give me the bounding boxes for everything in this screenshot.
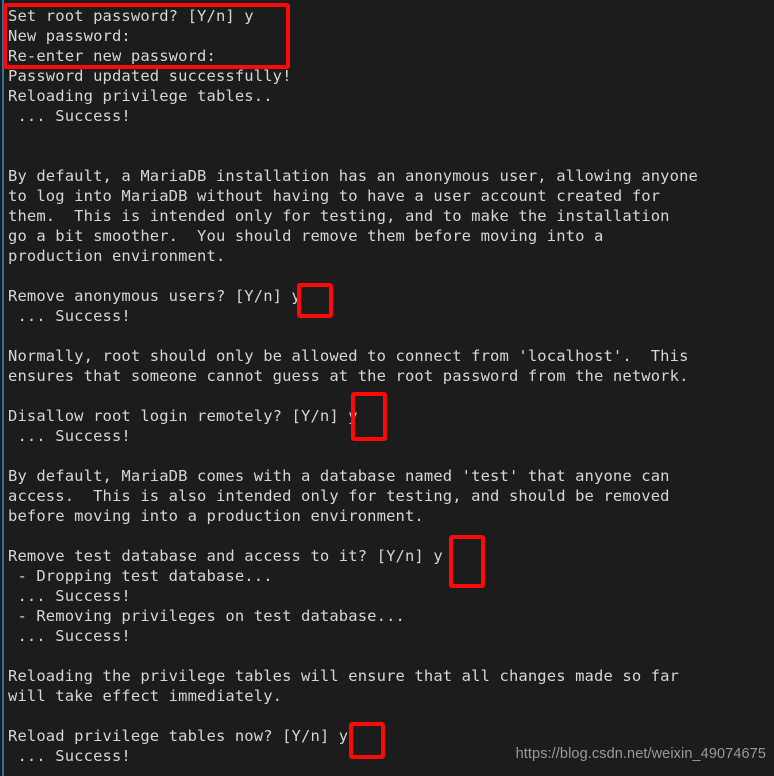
terminal-window[interactable]: Set root password? [Y/n] y New password: R… — [0, 0, 774, 776]
terminal-output: Set root password? [Y/n] y New password: R… — [8, 6, 774, 766]
terminal-line: before moving into a production environm… — [8, 507, 424, 525]
terminal-line: Disallow root login remotely? [Y/n] y — [8, 407, 358, 425]
terminal-line: Remove anonymous users? [Y/n] y — [8, 287, 302, 305]
terminal-line: ... Success! — [8, 627, 131, 645]
terminal-line: ensures that someone cannot guess at the… — [8, 367, 689, 385]
terminal-line: Password updated successfully! — [8, 67, 292, 85]
watermark-url: https://blog.csdn.net/weixin_49074675 — [515, 746, 766, 762]
left-edge-rail — [2, 0, 4, 776]
terminal-line: ... Success! — [8, 587, 131, 605]
terminal-line: production environment. — [8, 247, 226, 265]
terminal-line: By default, a MariaDB installation has a… — [8, 167, 698, 185]
terminal-line: to log into MariaDB without having to ha… — [8, 187, 661, 205]
terminal-line: will take effect immediately. — [8, 687, 283, 705]
terminal-line: Normally, root should only be allowed to… — [8, 347, 689, 365]
terminal-line: Remove test database and access to it? [… — [8, 547, 443, 565]
terminal-line: - Removing privileges on test database..… — [8, 607, 405, 625]
terminal-line: Reloading privilege tables.. — [8, 87, 273, 105]
terminal-line: - Dropping test database... — [8, 567, 273, 585]
terminal-line: access. This is also intended only for t… — [8, 487, 670, 505]
terminal-line: Re-enter new password: — [8, 47, 216, 65]
terminal-line: New password: — [8, 27, 131, 45]
terminal-line: them. This is intended only for testing,… — [8, 207, 670, 225]
terminal-line: By default, MariaDB comes with a databas… — [8, 467, 670, 485]
terminal-line: Set root password? [Y/n] y — [8, 7, 254, 25]
terminal-line: Reload privilege tables now? [Y/n] y — [8, 727, 349, 745]
terminal-line: ... Success! — [8, 427, 131, 445]
terminal-line: ... Success! — [8, 107, 131, 125]
terminal-line: Reloading the privilege tables will ensu… — [8, 667, 680, 685]
terminal-line: ... Success! — [8, 307, 131, 325]
terminal-line: go a bit smoother. You should remove the… — [8, 227, 604, 245]
